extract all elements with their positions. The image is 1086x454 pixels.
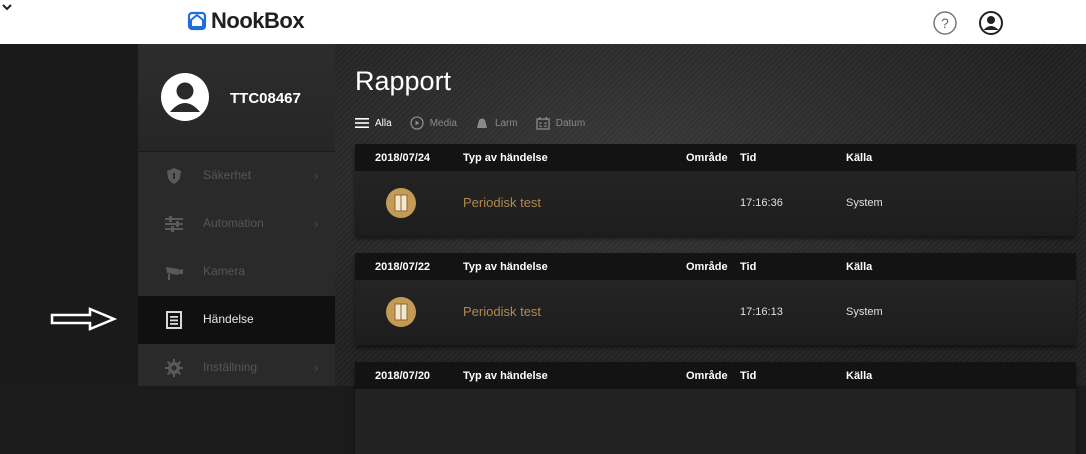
event-row[interactable]: Periodisk test 17:16:13 System bbox=[355, 280, 1076, 345]
sidebar: TTC08467 Säkerhet › Automation › Kamera bbox=[138, 44, 335, 386]
filter-larm[interactable]: Larm bbox=[475, 116, 518, 130]
calendar-icon bbox=[536, 117, 550, 130]
username: TTC08467 bbox=[230, 90, 301, 107]
filter-media[interactable]: Media bbox=[410, 116, 457, 130]
filter-bar: Alla Media Larm Datum bbox=[355, 114, 603, 132]
column-header-area: Område bbox=[686, 152, 728, 164]
event-date: 2018/07/24 bbox=[375, 152, 431, 164]
nookbox-logo-icon bbox=[187, 11, 207, 31]
sidebar-item-label: Automation bbox=[203, 216, 264, 230]
column-header-source: Källa bbox=[846, 370, 873, 382]
sidebar-item-installning[interactable]: Inställning › bbox=[138, 344, 335, 392]
shield-icon bbox=[167, 168, 181, 184]
filter-label: Datum bbox=[555, 117, 586, 129]
sidebar-item-label: Kamera bbox=[203, 264, 246, 278]
column-header-area: Område bbox=[686, 261, 728, 273]
filter-alla[interactable]: Alla bbox=[355, 116, 392, 130]
help-icon[interactable]: ? bbox=[932, 10, 958, 36]
profile-panel: TTC08467 bbox=[138, 44, 335, 152]
page-title: Rapport bbox=[355, 66, 452, 96]
account-icon[interactable] bbox=[978, 10, 1004, 36]
top-bar: NookBox ? bbox=[0, 0, 1086, 44]
event-card[interactable]: 2018/07/20 Typ av händelse Område Tid Kä… bbox=[355, 362, 1076, 454]
event-card-header: 2018/07/24 Typ av händelse Område Tid Kä… bbox=[355, 144, 1076, 171]
filter-label: Media bbox=[429, 117, 457, 129]
column-header-source: Källa bbox=[846, 261, 873, 273]
column-header-time: Tid bbox=[740, 152, 757, 164]
sidebar-item-sakerhet[interactable]: Säkerhet › bbox=[138, 152, 335, 200]
event-name: Periodisk test bbox=[463, 304, 542, 319]
event-name: Periodisk test bbox=[463, 195, 542, 210]
menu-icon bbox=[355, 118, 369, 128]
column-header-area: Område bbox=[686, 370, 728, 382]
column-header-type: Typ av händelse bbox=[463, 370, 548, 382]
sidebar-item-automation[interactable]: Automation › bbox=[138, 200, 335, 248]
event-source: System bbox=[846, 197, 883, 209]
sidebar-item-handelse[interactable]: Händelse bbox=[138, 296, 335, 344]
arrow-right-icon bbox=[50, 307, 118, 331]
svg-text:?: ? bbox=[941, 15, 949, 31]
gear-icon bbox=[165, 359, 183, 377]
main-content: Rapport Alla Media Larm Datum 2018/07/24… bbox=[335, 44, 1086, 454]
column-header-source: Källa bbox=[846, 152, 873, 164]
column-header-type: Typ av händelse bbox=[463, 261, 548, 273]
event-row[interactable]: Periodisk test 17:16:36 System bbox=[355, 171, 1076, 236]
event-time: 17:16:36 bbox=[740, 197, 783, 209]
filter-datum[interactable]: Datum bbox=[536, 116, 585, 130]
sidebar-item-label: Säkerhet bbox=[203, 168, 252, 182]
event-card-header: 2018/07/22 Typ av händelse Område Tid Kä… bbox=[355, 253, 1076, 280]
column-header-time: Tid bbox=[740, 261, 757, 273]
chevron-right-icon: › bbox=[314, 216, 319, 231]
column-header-type: Typ av händelse bbox=[463, 152, 548, 164]
chevron-right-icon: › bbox=[314, 360, 319, 375]
bell-icon bbox=[476, 118, 487, 128]
play-icon bbox=[410, 116, 424, 130]
event-date: 2018/07/22 bbox=[375, 261, 431, 273]
filter-label: Alla bbox=[375, 117, 392, 129]
chevron-right-icon: › bbox=[314, 168, 319, 183]
sidebar-item-label: Inställning bbox=[203, 360, 258, 374]
filter-label: Larm bbox=[494, 117, 518, 129]
sidebar-item-kamera[interactable]: Kamera bbox=[138, 248, 335, 296]
book-icon bbox=[386, 297, 416, 327]
chevron-down-icon[interactable] bbox=[0, 0, 14, 14]
logo[interactable]: NookBox bbox=[187, 8, 305, 34]
avatar[interactable] bbox=[160, 72, 210, 122]
event-card[interactable]: 2018/07/24 Typ av händelse Område Tid Kä… bbox=[355, 144, 1076, 236]
logo-text: NookBox bbox=[211, 8, 305, 33]
camera-icon bbox=[166, 267, 183, 280]
event-card-header: 2018/07/20 Typ av händelse Område Tid Kä… bbox=[355, 362, 1076, 389]
list-icon bbox=[166, 311, 182, 329]
sliders-icon bbox=[165, 216, 183, 232]
book-icon bbox=[386, 188, 416, 218]
event-card[interactable]: 2018/07/22 Typ av händelse Område Tid Kä… bbox=[355, 253, 1076, 345]
event-date: 2018/07/20 bbox=[375, 370, 431, 382]
column-header-time: Tid bbox=[740, 370, 757, 382]
event-time: 17:16:13 bbox=[740, 306, 783, 318]
sidebar-item-label: Händelse bbox=[203, 312, 254, 326]
event-source: System bbox=[846, 306, 883, 318]
left-margin bbox=[0, 44, 138, 386]
